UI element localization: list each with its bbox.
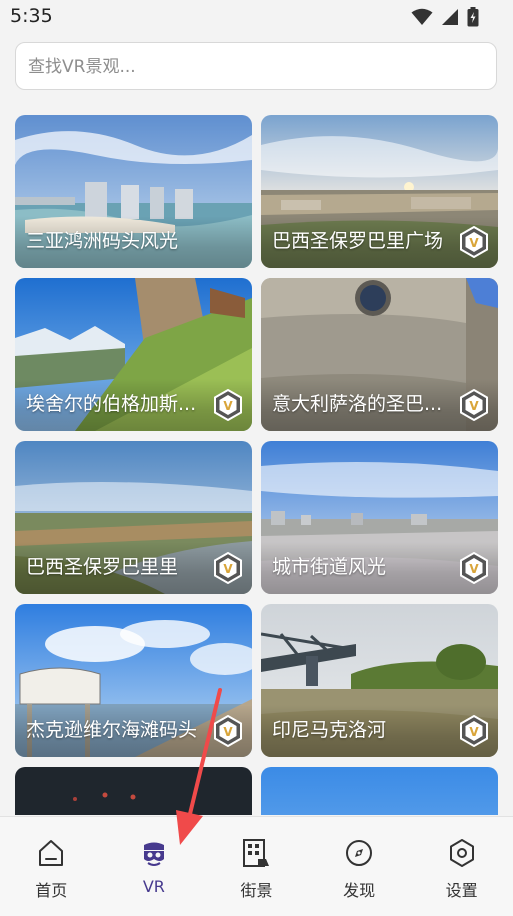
- scene-card[interactable]: 埃舍尔的伯格加斯... V: [15, 278, 252, 431]
- signal-icon: [442, 9, 458, 25]
- scene-title: 埃舍尔的伯格加斯...: [26, 393, 197, 415]
- nav-item-discover[interactable]: 发现: [308, 817, 411, 916]
- scene-thumbnail: [15, 767, 252, 815]
- scene-card[interactable]: 杰克逊维尔海滩码头 V: [15, 604, 252, 757]
- status-icons: [411, 7, 479, 27]
- svg-text:V: V: [469, 399, 479, 413]
- scene-card[interactable]: [261, 767, 498, 815]
- scene-title: 印尼马克洛河: [272, 719, 387, 741]
- vr-badge-icon: V: [214, 552, 242, 584]
- street-view-icon: [243, 839, 270, 867]
- scene-title: 三亚鸿洲码头风光: [26, 230, 179, 252]
- nav-item-street-view[interactable]: 街景: [205, 817, 308, 916]
- scene-card[interactable]: [15, 767, 252, 815]
- scene-card[interactable]: 城市街道风光 V: [261, 441, 498, 594]
- scene-title: 城市街道风光: [272, 556, 387, 578]
- nav-label: 发现: [343, 881, 376, 900]
- scene-card[interactable]: 意大利萨洛的圣巴... V: [261, 278, 498, 431]
- vr-badge-icon: V: [214, 715, 242, 747]
- svg-text:V: V: [469, 236, 479, 250]
- wifi-icon: [411, 8, 433, 25]
- nav-item-vr[interactable]: VR: [103, 817, 206, 916]
- scene-thumbnail: [261, 767, 498, 815]
- scene-grid[interactable]: 三亚鸿洲码头风光 巴西圣保罗巴里广场 V 埃舍尔的伯格加斯... V 意大利萨洛…: [15, 115, 498, 815]
- svg-text:V: V: [469, 562, 479, 576]
- compass-icon: [346, 840, 373, 866]
- settings-icon: [449, 839, 474, 867]
- scene-title: 杰克逊维尔海滩码头: [26, 719, 198, 741]
- nav-label: 设置: [445, 881, 478, 900]
- nav-label: 首页: [35, 881, 68, 900]
- svg-text:V: V: [223, 399, 233, 413]
- nav-item-settings[interactable]: 设置: [410, 817, 513, 916]
- scene-card[interactable]: 印尼马克洛河 V: [261, 604, 498, 757]
- scene-card[interactable]: 三亚鸿洲码头风光: [15, 115, 252, 268]
- vr-headset-icon: [143, 842, 164, 866]
- nav-item-home[interactable]: 首页: [0, 817, 103, 916]
- scene-title: 意大利萨洛的圣巴...: [272, 393, 443, 415]
- search-input[interactable]: [28, 55, 478, 79]
- battery-charging-icon: [467, 7, 479, 27]
- svg-text:V: V: [469, 725, 479, 739]
- scene-title: 巴西圣保罗巴里广场: [272, 230, 444, 252]
- vr-badge-icon: V: [460, 552, 488, 584]
- nav-label: 街景: [240, 881, 273, 900]
- vr-badge-icon: V: [460, 715, 488, 747]
- scene-title: 巴西圣保罗巴里里: [26, 556, 179, 578]
- vr-badge-icon: V: [460, 226, 488, 258]
- nav-label: VR: [142, 877, 165, 896]
- svg-text:V: V: [223, 725, 233, 739]
- search-box[interactable]: [15, 42, 497, 90]
- scene-card[interactable]: 巴西圣保罗巴里广场 V: [261, 115, 498, 268]
- bottom-nav: 首页 VR 街景 发现 设置: [0, 816, 513, 916]
- status-bar: 5:35: [0, 0, 513, 34]
- svg-text:V: V: [223, 562, 233, 576]
- vr-badge-icon: V: [214, 389, 242, 421]
- scene-card[interactable]: 巴西圣保罗巴里里 V: [15, 441, 252, 594]
- home-icon: [39, 840, 64, 866]
- status-time: 5:35: [10, 5, 53, 27]
- vr-badge-icon: V: [460, 389, 488, 421]
